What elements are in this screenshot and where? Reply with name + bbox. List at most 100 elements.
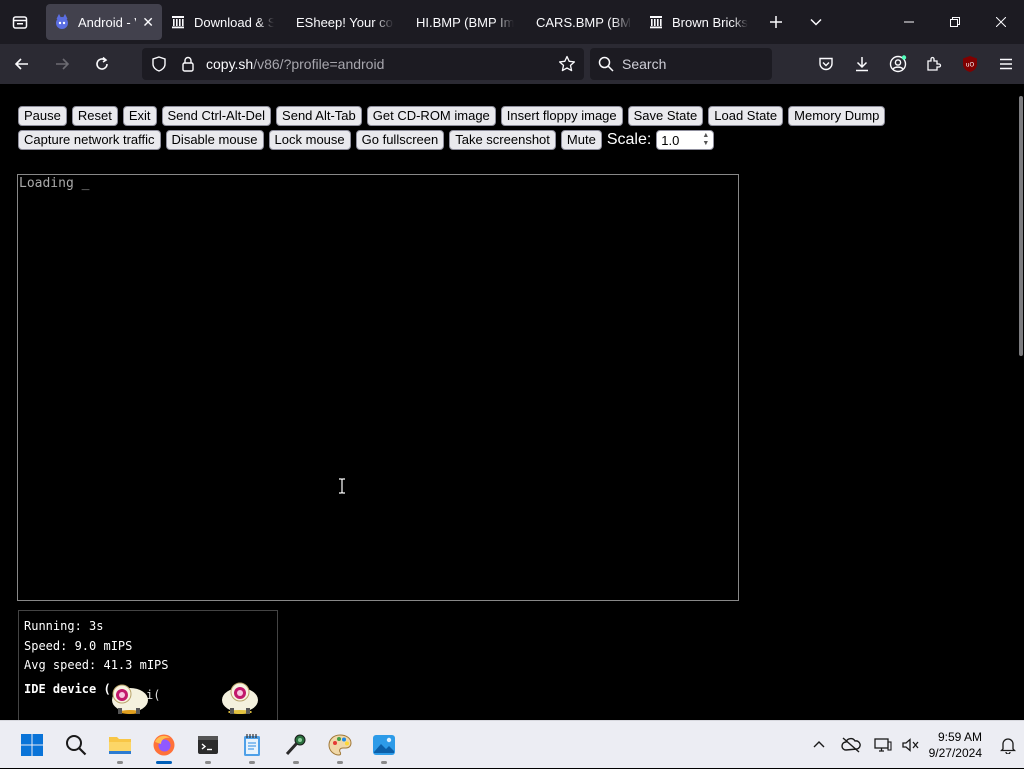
taskbar-firefox[interactable] [142, 723, 186, 767]
account-icon [889, 55, 907, 73]
close-tab-icon[interactable]: ✕ [142, 14, 154, 31]
memory-dump-button[interactable]: Memory Dump [788, 106, 886, 126]
pause-button[interactable]: Pause [18, 106, 67, 126]
tab-cars-bmp[interactable]: CARS.BMP (BMP I [522, 4, 640, 40]
scale-input[interactable]: 1.0 ▲ ▼ [656, 130, 715, 150]
taskbar-paint[interactable] [318, 723, 362, 767]
send-ctrl-alt-del-button[interactable]: Send Ctrl-Alt-Del [161, 106, 272, 126]
save-state-button[interactable]: Save State [627, 106, 704, 126]
reload-icon [96, 56, 108, 70]
tab-android[interactable]: Android - V ✕ [46, 4, 162, 40]
onedrive-button[interactable] [835, 723, 867, 767]
scale-value: 1.0 [661, 132, 680, 148]
shield-icon[interactable] [142, 56, 176, 72]
notifications-button[interactable] [992, 723, 1024, 767]
arrow-right-icon [56, 58, 70, 70]
taskbar-terminal[interactable] [186, 723, 230, 767]
search-placeholder: Search [622, 56, 667, 72]
mute-button[interactable]: Mute [560, 130, 602, 150]
sheep-icon[interactable] [108, 678, 152, 716]
minimize-button[interactable] [886, 0, 932, 44]
restore-icon [950, 17, 960, 27]
restore-button[interactable] [932, 0, 978, 44]
lock-icon[interactable] [176, 56, 200, 72]
back-button[interactable] [4, 48, 40, 80]
forward-button[interactable] [44, 48, 80, 80]
spinner-arrows-icon[interactable]: ▲ ▼ [702, 132, 709, 148]
avg-speed: Avg speed: 41.3 mIPS [24, 658, 169, 672]
emulator-controls: Pause Reset Exit Send Ctrl-Alt-Del Send Alt-… [18, 106, 918, 154]
navigation-toolbar: copy.sh/v86/?profile=android Search uO [0, 44, 1024, 84]
v86-icon [54, 14, 70, 30]
photos-icon [373, 734, 395, 755]
taskbar-microphone-app[interactable] [274, 723, 318, 767]
app-menu-button[interactable] [988, 48, 1024, 80]
downloads-button[interactable] [844, 48, 880, 80]
take-screenshot-button[interactable]: Take screenshot [449, 130, 556, 150]
tab-title: CARS.BMP (BMP I [536, 14, 632, 30]
svg-text:uO: uO [966, 62, 975, 69]
archive-icon [170, 14, 186, 30]
taskbar-photos[interactable] [362, 723, 406, 767]
go-fullscreen-button[interactable]: Go fullscreen [355, 130, 445, 150]
taskbar-file-explorer[interactable] [98, 723, 142, 767]
pocket-button[interactable] [808, 48, 844, 80]
clock[interactable]: 9:59 AM 9/27/2024 [929, 729, 982, 761]
chevron-down-icon [810, 18, 822, 26]
get-cd-rom-image-button[interactable]: Get CD-ROM image [366, 106, 496, 126]
send-alt-tab-button[interactable]: Send Alt-Tab [276, 106, 362, 126]
tab-brown-bricks[interactable]: Brown Bricks : [640, 4, 756, 40]
capture-network-traffic-button[interactable]: Capture network traffic [18, 130, 161, 150]
page-scrollbar[interactable] [1018, 84, 1024, 720]
new-tab-button[interactable] [756, 0, 796, 44]
search-icon [590, 56, 622, 72]
cloud-offline-icon [840, 737, 861, 753]
volume-button[interactable] [899, 723, 923, 767]
speaker-muted-icon [901, 738, 919, 752]
exit-button[interactable]: Exit [122, 106, 157, 126]
scrollbar-thumb[interactable] [1019, 96, 1023, 356]
extensions-button[interactable] [916, 48, 952, 80]
start-button[interactable] [10, 723, 54, 767]
notepad-icon [244, 733, 260, 756]
chevron-up-icon [813, 741, 825, 748]
list-all-tabs-button[interactable] [796, 0, 836, 44]
taskbar-search-button[interactable] [54, 723, 98, 767]
speed: Speed: 9.0 mIPS [24, 638, 133, 653]
bookmark-star-icon[interactable] [558, 55, 576, 76]
terminal-icon [198, 735, 218, 754]
tab-download[interactable]: Download & S [162, 4, 282, 40]
reset-button[interactable]: Reset [71, 106, 118, 126]
reload-button[interactable] [84, 48, 120, 80]
tab-title: HI.BMP (BMP Imag [416, 14, 514, 30]
search-bar[interactable]: Search [590, 48, 772, 80]
controls-row-1: Pause Reset Exit Send Ctrl-Alt-Del Send Alt-… [18, 106, 918, 126]
sheep-icon[interactable] [218, 678, 262, 716]
system-tray: 9:59 AM 9/27/2024 [803, 721, 1024, 769]
firefox-view-button[interactable] [0, 0, 40, 44]
tab-hi-bmp[interactable]: HI.BMP (BMP Imag [402, 4, 522, 40]
search-icon [66, 734, 87, 755]
network-button[interactable] [867, 723, 899, 767]
emulator-screen[interactable]: Loading _ [17, 174, 739, 601]
hamburger-menu-icon [1000, 58, 1012, 70]
disable-mouse-button[interactable]: Disable mouse [165, 130, 264, 150]
load-state-button[interactable]: Load State [708, 106, 784, 126]
lock-mouse-button[interactable]: Lock mouse [268, 130, 351, 150]
bell-icon [1000, 738, 1016, 754]
running-time: Running: 3s [24, 619, 104, 633]
tab-title: Android - V [78, 14, 136, 30]
controls-row-2: Capture network traffic Disable mouse Lock… [18, 130, 918, 150]
show-hidden-icons-button[interactable] [803, 723, 835, 767]
ublock-origin-button[interactable]: uO [952, 48, 988, 80]
firefox-view-icon [12, 16, 28, 29]
url-bar[interactable]: copy.sh/v86/?profile=android [142, 48, 584, 80]
screen-text: Loading _ [19, 176, 90, 191]
taskbar-notepad[interactable] [230, 723, 274, 767]
close-window-button[interactable] [978, 0, 1024, 44]
insert-floppy-image-button[interactable]: Insert floppy image [500, 106, 623, 126]
account-button[interactable] [880, 48, 916, 80]
tab-esheep[interactable]: ESheep! Your comp [282, 4, 402, 40]
file-explorer-icon [109, 736, 131, 754]
scale-label: Scale: [606, 131, 652, 148]
